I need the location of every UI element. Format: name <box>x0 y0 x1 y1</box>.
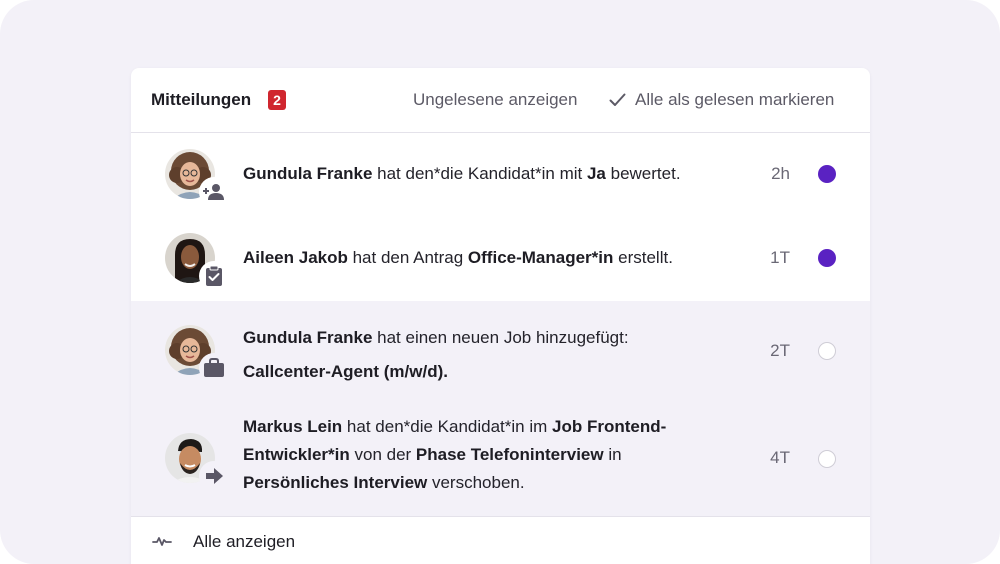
message-text: hat den*die Kandidat*in mit <box>372 164 587 183</box>
arrow-right-icon <box>199 461 229 491</box>
notifications-panel: Mitteilungen 2 Ungelesene anzeigen Alle … <box>131 68 870 564</box>
notification-row[interactable]: Aileen Jakob hat den Antrag Office-Manag… <box>131 215 870 301</box>
mark-all-read-label: Alle als gelesen markieren <box>635 90 835 109</box>
panel-title: Mitteilungen <box>151 90 252 109</box>
activity-icon <box>152 537 172 546</box>
actor-name: Markus Lein <box>243 417 343 436</box>
app-background: Mitteilungen 2 Ungelesene anzeigen Alle … <box>0 0 1000 564</box>
actor-name: Gundula Franke <box>243 328 373 347</box>
check-icon <box>609 93 626 106</box>
avatar-wrap <box>165 149 229 207</box>
avatar-wrap <box>165 325 229 383</box>
show-all-button[interactable]: Alle anzeigen <box>193 532 295 552</box>
message-highlight: Ja <box>586 164 606 183</box>
message-highlight: Callcenter-Agent (m/w/d). <box>243 362 448 381</box>
message-text: verschoben. <box>427 473 525 492</box>
panel-header: Mitteilungen 2 Ungelesene anzeigen Alle … <box>131 68 870 133</box>
briefcase-icon <box>199 353 229 383</box>
message-highlight: Persönliches Interview <box>243 473 428 492</box>
message-highlight: Phase Telefoninterview <box>415 445 604 464</box>
message-text: hat den Antrag <box>347 248 468 267</box>
notification-text: Gundula Franke hat den*die Kandidat*in m… <box>243 160 713 188</box>
message-highlight: Office-Manager*in <box>467 248 614 267</box>
avatar-wrap <box>165 433 229 491</box>
actor-name: Aileen Jakob <box>243 248 348 267</box>
read-indicator[interactable] <box>818 450 836 468</box>
message-text: von der <box>349 445 416 464</box>
notification-row[interactable]: Gundula Franke hat den*die Kandidat*in m… <box>131 133 870 215</box>
timestamp: 1T <box>770 248 790 267</box>
unread-indicator[interactable] <box>818 249 836 267</box>
notification-row[interactable]: Markus Lein hat den*die Kandidat*in im J… <box>131 401 870 516</box>
unread-indicator[interactable] <box>818 165 836 183</box>
message-text: bewertet. <box>605 164 681 183</box>
notification-row[interactable]: Gundula Franke hat einen neuen Job hinzu… <box>131 301 870 401</box>
message-text: erstellt. <box>613 248 673 267</box>
notification-text: Markus Lein hat den*die Kandidat*in im J… <box>243 413 713 497</box>
clipboard-check-icon <box>199 261 229 291</box>
avatar-wrap <box>165 233 229 291</box>
notification-text: Gundula Franke hat einen neuen Job hinzu… <box>243 321 713 389</box>
timestamp: 2h <box>771 164 790 183</box>
unread-count-badge: 2 <box>268 90 286 110</box>
timestamp: 2T <box>770 341 790 360</box>
notification-text: Aileen Jakob hat den Antrag Office-Manag… <box>243 244 713 272</box>
timestamp: 4T <box>770 448 790 467</box>
message-text: in <box>603 445 622 464</box>
message-text: hat den*die Kandidat*in im <box>342 417 553 436</box>
mark-all-read-button[interactable]: Alle als gelesen markieren <box>609 90 834 110</box>
message-text: hat einen neuen Job hinzugefügt: <box>372 328 629 347</box>
read-indicator[interactable] <box>818 342 836 360</box>
show-unread-button[interactable]: Ungelesene anzeigen <box>413 90 577 110</box>
person-add-icon <box>199 177 229 207</box>
panel-footer: Alle anzeigen <box>131 516 870 564</box>
actor-name: Gundula Franke <box>243 164 373 183</box>
